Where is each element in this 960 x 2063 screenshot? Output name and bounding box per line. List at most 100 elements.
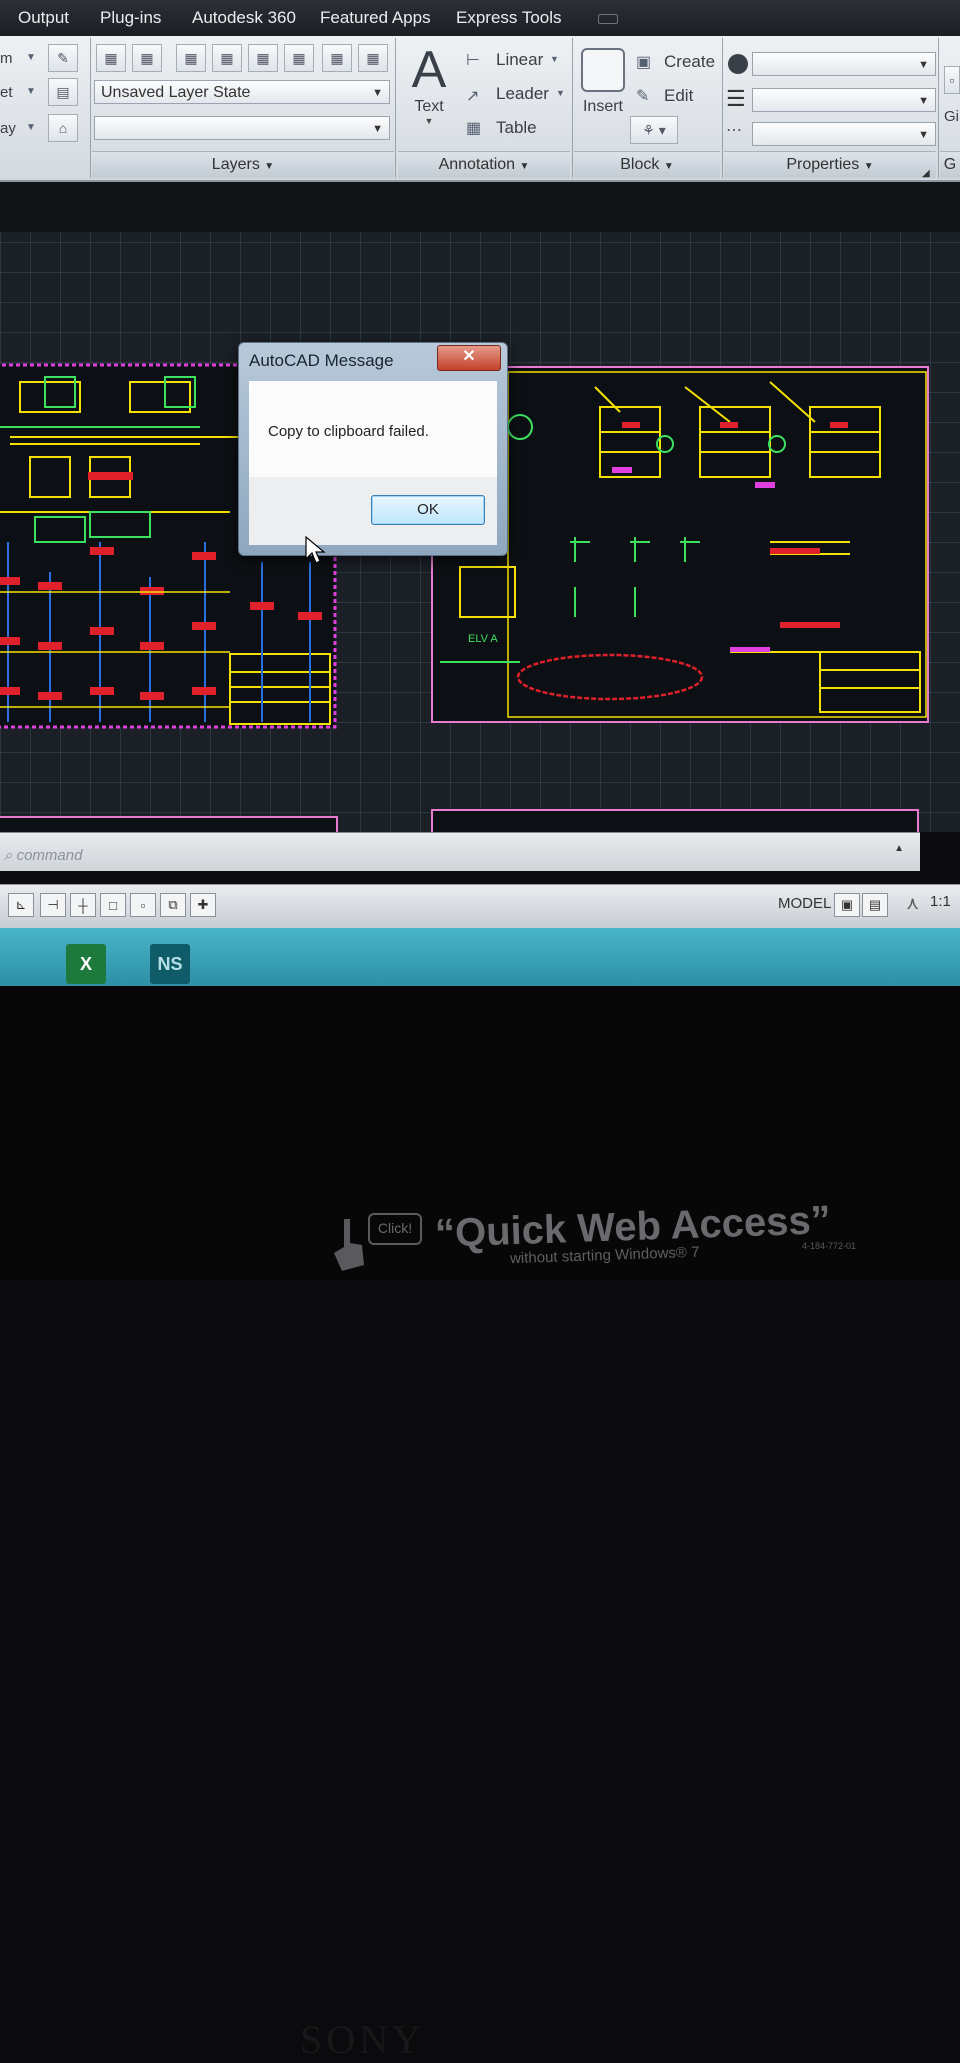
linetype-icon[interactable]: ⋯ [726, 120, 742, 140]
command-line[interactable]: ⌕ command ▲ [0, 832, 920, 871]
chevron-down-icon: ▼ [863, 161, 874, 172]
chevron-down-icon: ▼ [372, 87, 383, 99]
model-space-label[interactable]: MODEL [778, 895, 831, 912]
layer-tool-icon[interactable]: ▦ [284, 44, 314, 72]
autocad-message-dialog: AutoCAD Message ✕ Copy to clipboard fail… [238, 342, 508, 556]
insert-block-icon [581, 48, 625, 92]
text-a-icon: A [411, 41, 447, 99]
ns-app-taskbar-icon[interactable]: NS [150, 944, 190, 984]
layer-tool-icon[interactable]: ▦ [132, 44, 162, 72]
chevron-down-icon: ▼ [918, 95, 929, 107]
layer-tool-icon[interactable]: ▦ [176, 44, 206, 72]
dialog-body: Copy to clipboard failed. [249, 381, 497, 477]
panel-title-groups[interactable]: G [940, 151, 960, 178]
dialog-title: AutoCAD Message [249, 351, 394, 370]
tab-express-tools[interactable]: Express Tools [456, 8, 562, 28]
groups-partial-label: Gi [944, 108, 959, 125]
ribbon-tabs-bar: Output Plug-ins Autodesk 360 Featured Ap… [0, 0, 960, 36]
tab-plug-ins[interactable]: Plug-ins [100, 8, 161, 28]
chevron-down-icon[interactable]: ▼ [556, 88, 565, 98]
panel-title-annotation[interactable]: Annotation ▼ [398, 151, 570, 178]
chevron-down-icon: ▼ [372, 123, 383, 135]
minimize-ribbon-icon[interactable] [598, 14, 618, 24]
transparency-icon[interactable]: ⧉ [160, 893, 186, 917]
chevron-down-icon: ▼ [918, 59, 929, 71]
attribute-icon[interactable]: ⚘ ▾ [630, 116, 678, 144]
quick-view-layouts-icon[interactable]: ▣ [834, 893, 860, 917]
layer-tool-icon[interactable]: ▦ [358, 44, 388, 72]
layer-dropdown[interactable]: ▼ [94, 116, 390, 140]
leader-button[interactable]: Leader [496, 84, 549, 104]
edit-block-button[interactable]: Edit [664, 86, 693, 106]
linear-button[interactable]: Linear [496, 50, 543, 70]
insert-button-label: Insert [582, 98, 623, 115]
excel-taskbar-icon[interactable]: X [66, 944, 106, 984]
match-properties-icon[interactable]: ✎ [48, 44, 78, 72]
polar-tracking-icon[interactable]: ⊣ [40, 893, 66, 917]
table-icon[interactable]: ▦ [466, 118, 481, 138]
ortho-mode-icon[interactable]: ┼ [70, 893, 96, 917]
chevron-down-icon: ▼ [264, 161, 275, 172]
tab-featured-apps[interactable]: Featured Apps [320, 8, 431, 28]
panel-launcher-icon[interactable]: ◢ [922, 168, 930, 179]
leader-icon[interactable]: ↗ [466, 86, 479, 106]
insert-button[interactable]: Insert [578, 46, 628, 126]
lower-left-sheet [0, 816, 338, 832]
annotation-scale-icon[interactable]: ⋏ [906, 893, 919, 914]
windows-taskbar: X NS [0, 928, 960, 986]
command-history-icon[interactable]: ▲ [894, 843, 904, 854]
elevation-label: ELV A [468, 633, 498, 645]
quick-web-access-sticker: Click! “Quick Web Access” without starti… [330, 1195, 890, 1280]
dropdown-arrow-icon[interactable]: ▼ [26, 86, 36, 97]
lineweight-icon[interactable]: ☰ [726, 86, 746, 112]
layer-state-dropdown[interactable]: Unsaved Layer State ▼ [94, 80, 390, 104]
command-input[interactable]: ⌕ command [4, 847, 82, 864]
chevron-down-icon: ▼ [519, 161, 530, 172]
text-button[interactable]: A Text ▼ [406, 42, 452, 142]
color-dropdown[interactable]: ▼ [752, 52, 936, 76]
edit-block-icon[interactable]: ✎ [636, 86, 649, 106]
quick-view-drawings-icon[interactable]: ▤ [862, 893, 888, 917]
layer-tool-icon[interactable]: ▦ [212, 44, 242, 72]
dialog-message: Copy to clipboard failed. [268, 423, 429, 440]
panel-title-label: Properties [786, 156, 860, 173]
sticker-part-number: 4-184-772-01 [802, 1241, 857, 1251]
chevron-down-icon[interactable]: ▼ [550, 54, 559, 64]
color-icon[interactable] [728, 54, 748, 74]
selection-cycling-icon[interactable]: ✚ [190, 893, 216, 917]
mouse-cursor-icon [305, 535, 326, 564]
ok-button[interactable]: OK [371, 495, 485, 525]
lower-right-sheet [431, 809, 919, 832]
dropdown-arrow-icon[interactable]: ▼ [26, 122, 36, 133]
layer-tool-icon[interactable]: ▦ [322, 44, 352, 72]
tab-output[interactable]: Output [18, 8, 69, 28]
create-block-icon[interactable]: ▣ [636, 52, 651, 72]
group-icon[interactable]: ▫ [944, 66, 960, 94]
layer-walk-icon[interactable]: ▤ [48, 78, 78, 106]
panel-title-block[interactable]: Block ▼ [574, 151, 720, 178]
layer-isolate-icon[interactable]: ⌂ [48, 114, 78, 142]
linear-dimension-icon[interactable]: ⊢ [466, 50, 480, 70]
panel-title-properties[interactable]: Properties ▼ [724, 151, 936, 178]
snap-mode-icon[interactable]: ⊾ [8, 893, 34, 917]
table-button[interactable]: Table [496, 118, 537, 138]
panel-title-label: Layers [211, 156, 260, 173]
panel-title-layers[interactable]: Layers ▼ [92, 151, 394, 178]
layer-tool-icon[interactable]: ▦ [248, 44, 278, 72]
partial-label-1: m [0, 50, 13, 67]
lineweight-toggle-icon[interactable]: ▫ [130, 893, 156, 917]
tab-autodesk-360[interactable]: Autodesk 360 [192, 8, 296, 28]
chevron-down-icon: ▼ [424, 116, 434, 126]
create-block-button[interactable]: Create [664, 52, 715, 72]
close-button[interactable]: ✕ [437, 345, 501, 371]
text-button-label: Text [414, 98, 444, 115]
linetype-dropdown[interactable]: ▼ [752, 122, 936, 146]
partial-label-3: ay [0, 120, 16, 137]
osnap-icon[interactable]: □ [100, 893, 126, 917]
dropdown-arrow-icon[interactable]: ▼ [26, 52, 36, 63]
status-bar: ⊾ ⊣ ┼ □ ▫ ⧉ ✚ MODEL ▣ ▤ ⋏ 1:1 [0, 884, 960, 929]
annotation-scale-value[interactable]: 1:1 [930, 893, 951, 910]
layer-tool-icon[interactable]: ▦ [96, 44, 126, 72]
lineweight-dropdown[interactable]: ▼ [752, 88, 936, 112]
viewport-top-band [0, 182, 960, 232]
